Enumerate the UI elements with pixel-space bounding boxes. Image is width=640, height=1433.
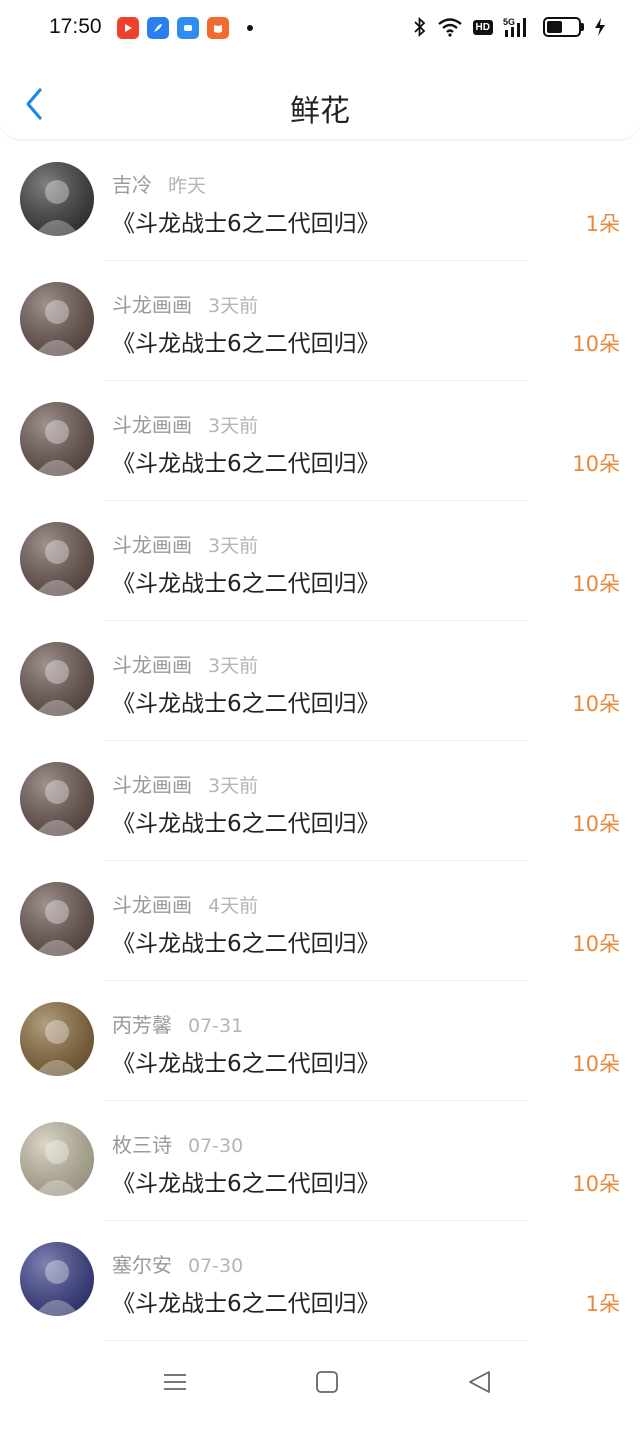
list-item[interactable]: 斗龙画画 3天前 《斗龙战士6之二代回归》 10朵	[0, 261, 640, 381]
battery-icon	[543, 17, 584, 37]
avatar[interactable]	[20, 882, 94, 956]
flower-count: 10朵	[572, 812, 620, 836]
list-item-meta: 斗龙画画 4天前	[112, 889, 258, 918]
avatar[interactable]	[20, 1242, 94, 1316]
avatar[interactable]	[20, 1002, 94, 1076]
page-title: 鲜花	[290, 94, 350, 129]
avatar[interactable]	[20, 162, 94, 236]
status-bar: 17:50 HD 5G	[0, 0, 640, 60]
avatar[interactable]	[20, 1122, 94, 1196]
list-item[interactable]: 斗龙画画 3天前 《斗龙战士6之二代回归》 10朵	[0, 381, 640, 501]
hd-badge: HD	[472, 19, 493, 35]
book-title[interactable]: 《斗龙战士6之二代回归》	[112, 1284, 380, 1318]
list-item[interactable]: 斗龙画画 3天前 《斗龙战士6之二代回归》 10朵	[0, 501, 640, 621]
item-time: 07-31	[188, 1015, 244, 1037]
avatar[interactable]	[20, 402, 94, 476]
list-item-meta: 枚三诗 07-30	[112, 1129, 243, 1158]
book-title[interactable]: 《斗龙战士6之二代回归》	[112, 204, 380, 238]
feather-app-icon	[147, 17, 169, 39]
list-item[interactable]: 丙芳馨 07-31 《斗龙战士6之二代回归》 10朵	[0, 981, 640, 1101]
flower-count: 10朵	[572, 932, 620, 956]
flower-count: 1朵	[585, 212, 620, 236]
book-title[interactable]: 《斗龙战士6之二代回归》	[112, 324, 380, 358]
flower-count: 10朵	[572, 1172, 620, 1196]
book-title[interactable]: 《斗龙战士6之二代回归》	[112, 564, 380, 598]
avatar[interactable]	[20, 762, 94, 836]
signal-icon: 5G	[503, 16, 533, 38]
menu-button[interactable]	[160, 1367, 190, 1397]
flower-count: 10朵	[572, 452, 620, 476]
reader-app-icon	[207, 17, 229, 39]
back-triangle-icon	[469, 1371, 490, 1393]
divider	[104, 1340, 528, 1341]
system-status-icons: HD 5G	[413, 16, 606, 38]
item-time: 3天前	[208, 415, 259, 437]
item-time: 3天前	[208, 775, 259, 797]
list-item-meta: 斗龙画画 3天前	[112, 289, 258, 318]
user-name[interactable]: 斗龙画画	[112, 893, 192, 917]
item-time: 07-30	[188, 1255, 244, 1277]
list-item[interactable]: 斗龙画画 3天前 《斗龙战士6之二代回归》 10朵	[0, 741, 640, 861]
book-title[interactable]: 《斗龙战士6之二代回归》	[112, 804, 380, 838]
user-name[interactable]: 丙芳馨	[112, 1013, 172, 1037]
list-item[interactable]: 塞尔安 07-30 《斗龙战士6之二代回归》 1朵	[0, 1221, 640, 1341]
system-nav-bar	[0, 1343, 640, 1433]
book-title[interactable]: 《斗龙战士6之二代回归》	[112, 924, 380, 958]
svg-text:5G: 5G	[503, 17, 515, 27]
item-time: 07-30	[188, 1135, 244, 1157]
list-item-meta: 丙芳馨 07-31	[112, 1009, 243, 1038]
notification-app-icons	[117, 17, 253, 39]
menu-icon	[164, 1374, 186, 1390]
book-title[interactable]: 《斗龙战士6之二代回归》	[112, 684, 380, 718]
user-name[interactable]: 吉冷	[112, 173, 152, 197]
avatar[interactable]	[20, 282, 94, 356]
charging-icon	[594, 17, 606, 37]
avatar[interactable]	[20, 522, 94, 596]
user-name[interactable]: 斗龙画画	[112, 773, 192, 797]
list-item-meta: 斗龙画画 3天前	[112, 649, 258, 678]
list-item[interactable]: 斗龙画画 3天前 《斗龙战士6之二代回归》 10朵	[0, 621, 640, 741]
avatar[interactable]	[20, 642, 94, 716]
flower-count: 10朵	[572, 332, 620, 356]
flower-count: 10朵	[572, 1052, 620, 1076]
list-item-meta: 塞尔安 07-30	[112, 1249, 243, 1278]
wifi-icon	[437, 17, 463, 37]
user-name[interactable]: 斗龙画画	[112, 293, 192, 317]
list-item-meta: 斗龙画画 3天前	[112, 529, 258, 558]
header-bar: 鲜花	[0, 60, 640, 140]
user-name[interactable]: 枚三诗	[112, 1133, 172, 1157]
status-time: 17:50	[49, 15, 102, 38]
bluetooth-icon	[413, 17, 427, 37]
list-item-meta: 斗龙画画 3天前	[112, 409, 258, 438]
item-time: 3天前	[208, 535, 259, 557]
item-time: 昨天	[168, 175, 207, 197]
more-notifications-dot	[247, 25, 253, 31]
item-time: 3天前	[208, 295, 259, 317]
flower-list: 吉冷 昨天 《斗龙战士6之二代回归》 1朵 斗龙画画 3天前 《斗龙战士6之二代回归…	[0, 141, 640, 1341]
book-title[interactable]: 《斗龙战士6之二代回归》	[112, 1044, 380, 1078]
flower-count: 10朵	[572, 572, 620, 596]
item-time: 4天前	[208, 895, 259, 917]
video-app-icon	[117, 17, 139, 39]
user-name[interactable]: 斗龙画画	[112, 653, 192, 677]
list-item[interactable]: 枚三诗 07-30 《斗龙战士6之二代回归》 10朵	[0, 1101, 640, 1221]
user-name[interactable]: 塞尔安	[112, 1253, 172, 1277]
item-time: 3天前	[208, 655, 259, 677]
list-item-meta: 斗龙画画 3天前	[112, 769, 258, 798]
flower-count: 10朵	[572, 692, 620, 716]
home-square-icon	[316, 1371, 338, 1393]
home-button[interactable]	[312, 1367, 342, 1397]
back-nav-button[interactable]	[465, 1367, 495, 1397]
list-item[interactable]: 吉冷 昨天 《斗龙战士6之二代回归》 1朵	[0, 141, 640, 261]
book-title[interactable]: 《斗龙战士6之二代回归》	[112, 1164, 380, 1198]
flower-count: 1朵	[585, 1292, 620, 1316]
user-name[interactable]: 斗龙画画	[112, 533, 192, 557]
list-item[interactable]: 斗龙画画 4天前 《斗龙战士6之二代回归》 10朵	[0, 861, 640, 981]
user-name[interactable]: 斗龙画画	[112, 413, 192, 437]
book-title[interactable]: 《斗龙战士6之二代回归》	[112, 444, 380, 478]
list-item-meta: 吉冷 昨天	[112, 169, 206, 198]
chat-app-icon	[177, 17, 199, 39]
